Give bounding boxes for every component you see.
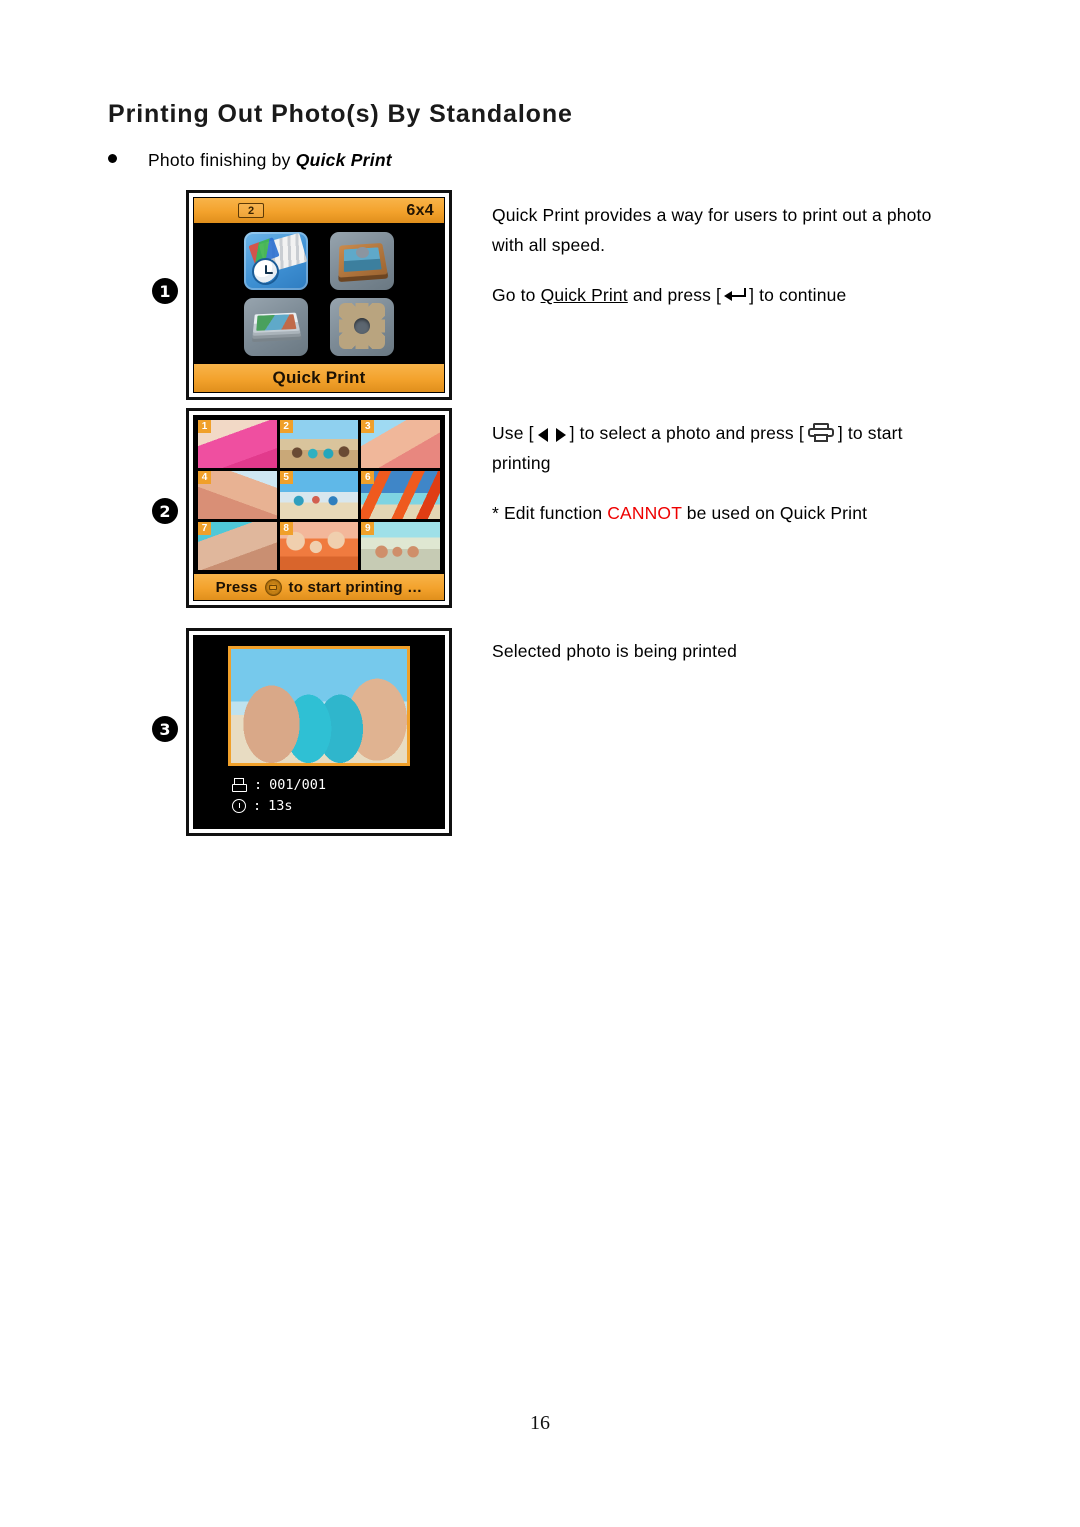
clock-icon [232, 799, 246, 814]
thumbnail-item[interactable]: 6 [361, 471, 440, 519]
lcd-quick-print-menu: 2 6x4 Quick Print [193, 197, 445, 393]
lcd-photo-grid: 1 2 3 4 5 6 7 8 9 Press to start printin… [193, 415, 445, 601]
page-title: Printing Out Photo(s) By Standalone [108, 100, 573, 128]
printer-icon [807, 423, 834, 443]
step-3-number: 3 [152, 716, 178, 742]
thumbnail-number: 1 [198, 420, 211, 433]
lcd-hint-suffix: to start printing … [288, 578, 423, 596]
thumbnail-number: 4 [198, 471, 211, 484]
note-warning-word: CANNOT [607, 503, 682, 524]
status-separator: : [254, 777, 263, 793]
frame-highlight-icon [356, 247, 369, 258]
step-3-copy: Selected photo is being printed [492, 636, 962, 666]
section-bullet-text: Photo finishing by Quick Print [148, 150, 392, 170]
thumbnail-grid: 1 2 3 4 5 6 7 8 9 [194, 416, 444, 574]
thumbnail-item[interactable]: 5 [279, 471, 359, 519]
printer-icon [232, 777, 247, 793]
step-2-paragraph-1: Use [] to select a photo and press [] to… [492, 423, 903, 474]
print-button-icon [264, 578, 282, 596]
preview-photo [228, 646, 410, 766]
lcd-status-bar: 2 6x4 [194, 198, 444, 223]
lcd-selected-label: Quick Print [194, 364, 444, 392]
menu-tile-quick-print[interactable] [244, 232, 308, 290]
enter-key-icon [724, 288, 747, 303]
step-3: 3 : 001/001 : 13s Selected photo is bein… [152, 628, 962, 836]
gear-icon [339, 303, 385, 349]
step-2: 2 1 2 3 4 5 6 7 8 9 Press to start print… [152, 408, 962, 608]
quick-print-link: Quick Print [540, 285, 628, 306]
thumbnail-item[interactable]: 9 [361, 522, 440, 570]
page-number: 16 [530, 1412, 550, 1434]
thumbnail-number: 7 [198, 522, 211, 535]
section-bullet: Photo finishing by Quick Print [108, 150, 392, 171]
preview-faces [231, 649, 407, 763]
arrow-left-icon [537, 428, 548, 442]
lcd-hint-bar: Press to start printing … [194, 574, 444, 600]
clock-icon [252, 258, 279, 285]
thumbnail-number: 6 [361, 471, 375, 484]
step-1-screenshot: 2 6x4 Quick Print [186, 190, 452, 400]
step-2-number: 2 [152, 498, 178, 524]
step-1-number: 1 [152, 278, 178, 304]
step-3-screenshot: : 001/001 : 13s [186, 628, 452, 836]
step-2-screenshot: 1 2 3 4 5 6 7 8 9 Press to start printin… [186, 408, 452, 608]
print-status-list: : 001/001 : 13s [194, 766, 444, 828]
step-2-note: * Edit function CANNOT be used on Quick … [492, 503, 868, 524]
status-separator: : [253, 797, 262, 814]
thumbnail-item[interactable]: 1 [198, 420, 277, 468]
bullet-dot-icon [108, 154, 117, 163]
step-1: 1 2 6x4 Quick Print Quick Print provides… [152, 190, 962, 400]
thumbnail-item[interactable]: 2 [279, 420, 359, 468]
step-1-paragraph-1: Quick Print provides a way for users to … [492, 205, 932, 256]
thumbnail-number: 3 [361, 420, 375, 433]
step-3-paragraph-1: Selected photo is being printed [492, 641, 737, 661]
document-page: Printing Out Photo(s) By Standalone Phot… [0, 0, 1080, 1527]
status-line-time: : 13s [232, 796, 444, 817]
lcd-hint-prefix: Press [215, 578, 258, 596]
status-time-value: 13s [268, 797, 293, 814]
menu-tile-photo-frame[interactable] [330, 232, 394, 290]
thumbnail-item[interactable]: 3 [361, 420, 440, 468]
thumbnail-number: 2 [279, 420, 293, 433]
thumbnail-item[interactable]: 7 [198, 522, 277, 570]
thumbnail-item[interactable]: 4 [198, 471, 277, 519]
media-card-icon: 2 [238, 203, 264, 218]
thumbnail-number: 9 [361, 522, 375, 535]
paper-size-label: 6x4 [406, 201, 434, 219]
step-2-copy: Use [] to select a photo and press [] to… [492, 418, 962, 528]
photo-stack-icon [252, 312, 301, 333]
step-1-paragraph-2: Go to Quick Print and press [] to contin… [492, 285, 847, 306]
menu-tile-photo-stack[interactable] [244, 298, 308, 356]
status-pages-value: 001/001 [269, 777, 327, 793]
status-line-pages: : 001/001 [232, 775, 444, 796]
lcd-printing-progress: : 001/001 : 13s [193, 635, 445, 829]
arrow-right-icon [555, 428, 566, 442]
thumbnail-number: 5 [279, 471, 293, 484]
thumbnail-item[interactable]: 8 [279, 522, 359, 570]
menu-tile-settings[interactable] [330, 298, 394, 356]
thumbnail-number: 8 [279, 522, 293, 535]
step-1-copy: Quick Print provides a way for users to … [492, 200, 962, 310]
menu-tile-grid [194, 223, 444, 364]
